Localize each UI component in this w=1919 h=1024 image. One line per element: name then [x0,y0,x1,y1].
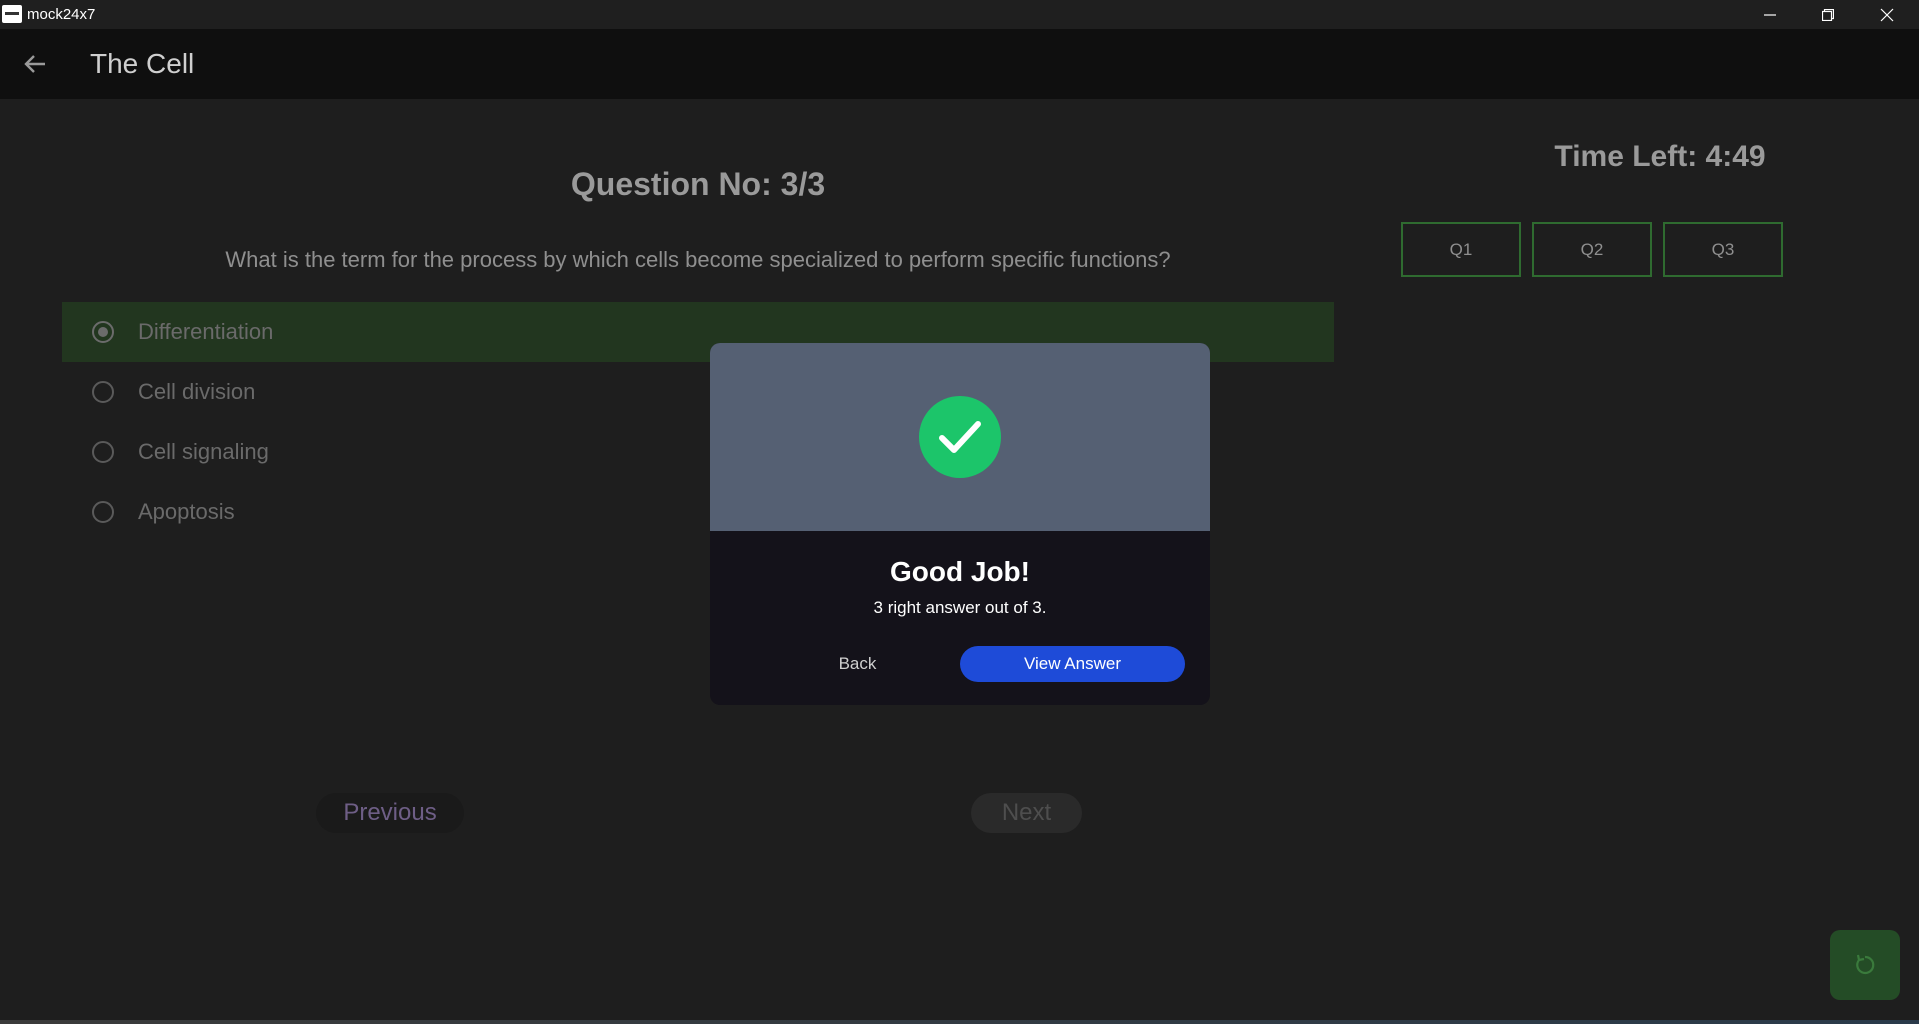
close-icon [1880,8,1894,21]
minimize-button[interactable] [1747,0,1793,29]
dialog-header [710,343,1210,531]
success-badge [919,396,1001,478]
restore-icon [1822,8,1834,21]
result-dialog: Good Job! 3 right answer out of 3. Back … [710,343,1210,705]
dialog-message: 3 right answer out of 3. [873,598,1047,617]
close-button[interactable] [1864,0,1910,29]
back-button[interactable] [20,49,50,79]
app-logo-icon [2,5,22,23]
restore-button[interactable] [1805,0,1851,29]
view-answer-button[interactable]: View Answer [960,646,1185,682]
app-header: The Cell [0,29,1919,99]
minimize-icon [1764,13,1776,16]
taskbar-edge [0,1020,1919,1024]
page-title: The Cell [90,48,195,79]
dialog-title: Good Job! [890,556,1030,587]
arrow-left-icon [24,55,45,73]
dialog-back-button[interactable]: Back [810,646,905,682]
window-titlebar: mock24x7 [0,0,1919,29]
window-title: mock24x7 [27,6,96,23]
check-icon [939,421,981,453]
